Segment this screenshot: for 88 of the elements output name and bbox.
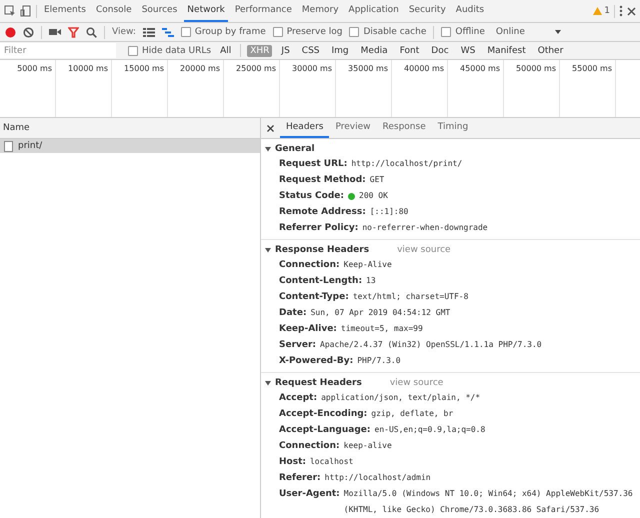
header-value: application/json, text/plain, */* — [321, 392, 480, 404]
panel-tab[interactable]: Elements — [41, 0, 89, 22]
header-value: 200 OK — [359, 190, 388, 202]
header-value: PHP/7.3.0 — [357, 355, 401, 367]
warning-count[interactable]: 1 — [593, 6, 610, 16]
type-filter[interactable]: Manifest — [484, 44, 529, 56]
filter-field[interactable]: Filter — [0, 43, 116, 58]
detail-tab[interactable]: Headers — [280, 118, 330, 138]
hide-data-urls-checkbox[interactable]: Hide data URLs — [128, 46, 212, 56]
panel-tab[interactable]: Security — [406, 0, 449, 22]
header-name: Accept: — [279, 392, 318, 405]
type-filter[interactable]: Media — [358, 44, 391, 56]
header-value: en-US,en;q=0.9,la;q=0.8 — [374, 424, 486, 436]
header-name: Date: — [279, 307, 307, 320]
header-name: Content-Type: — [279, 291, 349, 304]
type-filter[interactable]: CSS — [298, 44, 323, 56]
type-filter[interactable]: Other — [534, 44, 566, 56]
header-value: http://localhost/admin — [324, 472, 431, 484]
section-title[interactable]: General — [275, 144, 315, 154]
option-checkbox[interactable]: Offline — [441, 27, 485, 37]
panel-tab[interactable]: Memory — [298, 0, 342, 22]
header-value: text/html; charset=UTF-8 — [352, 291, 468, 303]
detail-tab[interactable]: Response — [376, 118, 432, 138]
view-source-link[interactable]: view source — [390, 378, 444, 388]
throttling-dropdown[interactable]: Online — [492, 27, 565, 37]
time-label: 45000 ms — [460, 64, 500, 73]
time-label: 25000 ms — [236, 64, 276, 73]
detail-tab[interactable]: Preview — [329, 118, 377, 138]
header-value: localhost — [310, 456, 354, 468]
view-label: View: — [112, 27, 136, 37]
header-name: Referer: — [279, 472, 321, 485]
option-checkbox[interactable]: Disable cache — [349, 27, 426, 37]
header-name: Request URL: — [279, 158, 348, 171]
header-name: Request Method: — [279, 174, 366, 187]
header-name: Connection: — [279, 440, 340, 453]
header-value: no-referrer-when-downgrade — [362, 222, 488, 234]
panel-tab[interactable]: Console — [92, 0, 135, 22]
header-value: timeout=5, max=99 — [340, 323, 423, 335]
panel-tab[interactable]: Performance — [232, 0, 295, 22]
header-value: Keep-Alive — [344, 259, 392, 271]
type-filter[interactable]: All — [217, 44, 234, 56]
time-label: 40000 ms — [404, 64, 444, 73]
time-label: 35000 ms — [348, 64, 388, 73]
header-name: Accept-Language: — [279, 424, 371, 437]
header-value: gzip, deflate, br — [371, 408, 454, 420]
name-column-header[interactable]: Name — [0, 118, 260, 139]
header-value: Sun, 07 Apr 2019 04:54:12 GMT — [310, 307, 450, 319]
header-value: Apache/2.4.37 (Win32) OpenSSL/1.1.1a PHP/7.3.0 — [320, 339, 542, 351]
time-label: 55000 ms — [572, 64, 612, 73]
header-value: keep-alive — [344, 440, 392, 452]
time-label: 15000 ms — [124, 64, 164, 73]
view-source-link[interactable]: view source — [397, 245, 451, 255]
type-filter[interactable]: Img — [328, 44, 352, 56]
header-name: Remote Address: — [279, 206, 366, 219]
header-name: Keep-Alive: — [279, 323, 337, 336]
header-value: 13 — [366, 275, 376, 287]
detail-tab[interactable]: Timing — [432, 118, 474, 138]
header-value: [::1]:80 — [370, 206, 408, 218]
time-label: 5000 ms — [17, 64, 52, 73]
request-name: print/ — [18, 141, 42, 151]
panel-tab[interactable]: Audits — [452, 0, 488, 22]
header-value: GET — [370, 174, 384, 186]
header-name: Connection: — [279, 259, 340, 272]
option-checkbox[interactable]: Group by frame — [180, 27, 266, 37]
type-filter[interactable]: Doc — [428, 44, 452, 56]
type-filter[interactable]: Font — [396, 44, 422, 56]
panel-tab[interactable]: Application — [346, 0, 402, 22]
panel-tab[interactable]: Sources — [138, 0, 180, 22]
header-name: User-Agent: — [279, 488, 340, 501]
header-name: Host: — [279, 456, 306, 469]
type-filter[interactable]: WS — [458, 44, 478, 56]
time-label: 50000 ms — [516, 64, 556, 73]
header-name: Content-Length: — [279, 275, 362, 288]
type-filter[interactable]: JS — [278, 44, 293, 56]
header-value: http://localhost/print/ — [351, 158, 462, 170]
time-label: 10000 ms — [68, 64, 108, 73]
header-name: Referrer Policy: — [279, 222, 358, 235]
header-value: Mozilla/5.0 (Windows NT 10.0; Win64; x64) AppleWebKit/537.36 (KHTML, like Gecko) Chrome/73.0.3683.86 Safari/537.36 — [344, 488, 634, 516]
header-name: Server: — [279, 339, 316, 352]
header-name: Status Code: — [279, 190, 344, 203]
time-label: 30000 ms — [292, 64, 332, 73]
header-name: X-Powered-By: — [279, 355, 354, 368]
section-title[interactable]: Request Headers — [275, 378, 362, 388]
section-title[interactable]: Response Headers — [275, 245, 370, 255]
header-name: Accept-Encoding: — [279, 408, 368, 421]
request-row[interactable]: print/ — [0, 139, 260, 153]
time-label: 20000 ms — [180, 64, 220, 73]
option-checkbox[interactable]: Preserve log — [272, 27, 342, 37]
